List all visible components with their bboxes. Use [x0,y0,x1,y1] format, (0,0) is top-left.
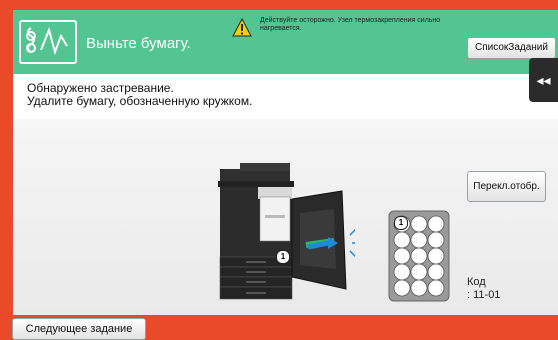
error-code: Код : 11-01 [467,276,500,302]
side-panel-toggle[interactable]: ◂◂ [529,58,558,102]
touch-screen: Выньте бумагу. Действуйте осторожно. Узе… [13,10,558,315]
paper-jam-icon [19,20,77,64]
warning-text: Действуйте осторожно. Узел термозакрепле… [260,17,441,32]
job-list-button[interactable]: СписокЗаданий [467,37,556,59]
double-chevron-left-icon: ◂◂ [536,72,551,88]
view-switch-button[interactable]: Перекл.отобр. [467,171,546,202]
tray-jam-marker: 1 [394,216,408,230]
printer-illustration [218,163,355,300]
error-code-label: Код [467,276,486,288]
jam-message-line2: Удалите бумагу, обозначенную кружком. [27,94,253,108]
next-job-button[interactable]: Следующее задание [12,318,146,340]
warning-triangle-icon [232,18,252,37]
error-code-value: : 11-01 [467,289,501,301]
header-bar: Выньте бумагу. Действуйте осторожно. Узе… [13,10,558,74]
page-title: Выньте бумагу. [86,35,191,52]
jam-message: Обнаружено застревание. Удалите бумагу, … [27,82,252,108]
printer-jam-marker: 1 [276,250,290,264]
